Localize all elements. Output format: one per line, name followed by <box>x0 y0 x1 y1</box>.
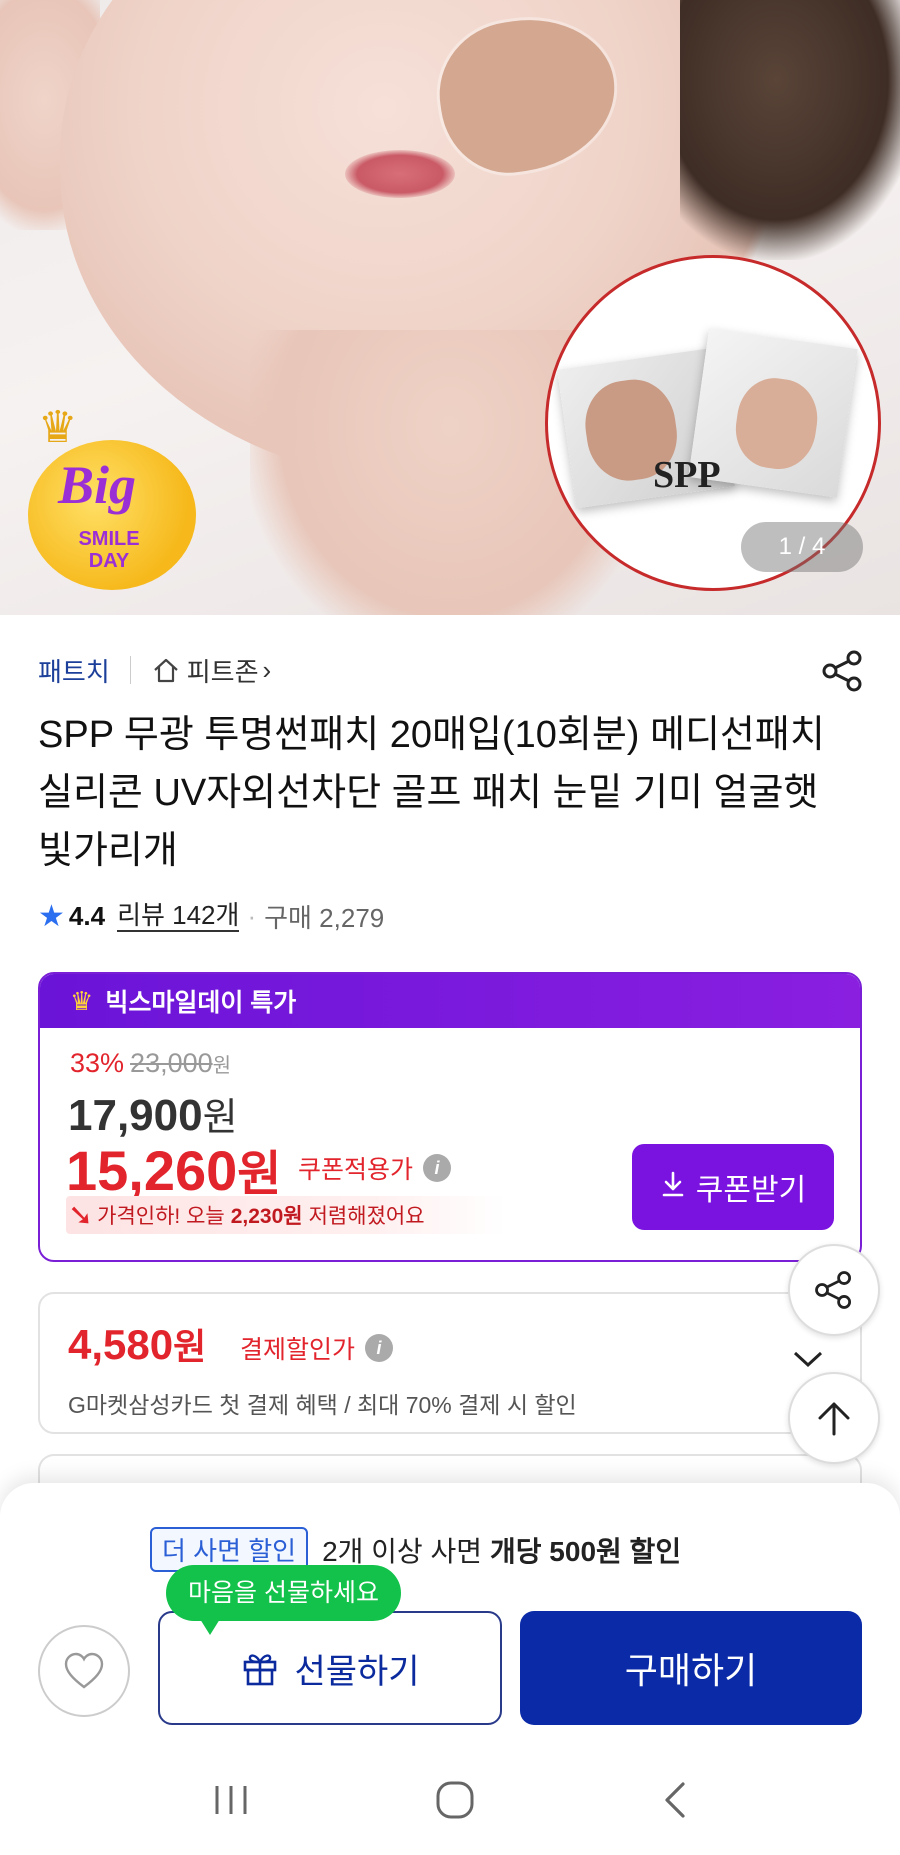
category-link[interactable]: 패트치 <box>38 652 110 689</box>
recent-apps-button[interactable] <box>211 1782 251 1823</box>
chevron-right-icon: › <box>262 654 272 685</box>
price-drop-prefix: 가격인하! 오늘 <box>97 1205 225 1228</box>
reviews-link[interactable]: 리뷰 142개 <box>117 900 240 932</box>
info-icon[interactable]: i <box>423 1154 452 1182</box>
badge-line1: SMILE <box>78 528 140 550</box>
down-arrow-icon: ➘ <box>68 1198 94 1232</box>
crown-icon: ♛ <box>70 985 94 1016</box>
scroll-top-button[interactable] <box>788 1372 880 1464</box>
card-discount-value: 4,580 <box>68 1321 174 1368</box>
price-drop-suffix: 저렴해졌어요 <box>308 1205 425 1228</box>
gift-icon <box>244 1654 277 1686</box>
discount-percent: 33% <box>70 1048 125 1078</box>
coupon-price-unit: 원 <box>237 1148 282 1201</box>
share-button[interactable] <box>818 646 868 696</box>
model-hair <box>680 0 900 260</box>
separator-dot: · <box>247 900 257 931</box>
card-discount-description: G마켓삼성카드 첫 결제 혜택 / 최대 70% 결제 시 할인 <box>68 1392 577 1418</box>
breadcrumb: 패트치 피트존 › <box>38 652 271 688</box>
divider <box>129 656 131 684</box>
share-icon <box>822 650 862 692</box>
discount-row: 33% 23,000원 <box>70 1048 231 1079</box>
product-image-carousel[interactable]: SPP ♛ Big SMILE DAY 1 / 4 <box>0 0 900 615</box>
promo-text: 2개 이상 사면 <box>322 1535 482 1567</box>
system-navigation-bar <box>0 1750 900 1855</box>
sale-price: 17,900원 <box>68 1086 238 1141</box>
coupon-label-text: 쿠폰적용가 <box>298 1156 414 1184</box>
store-link[interactable]: 피트존 <box>187 652 259 689</box>
card-discount-label: 결제할인가 i <box>240 1330 394 1366</box>
deal-header: ♛ 빅스마일데이 특가 <box>40 974 860 1028</box>
product-title: SPP 무광 투명썬패치 20매입(10회분) 메디선패치 실리콘 UV자외선차… <box>38 714 825 872</box>
recent-apps-icon <box>215 1786 247 1814</box>
rating-row: ★ 4.4 리뷰 142개 · 구매 2,279 <box>38 896 384 936</box>
coupon-price-value: 15,260 <box>66 1139 238 1202</box>
arrow-up-icon <box>818 1402 850 1436</box>
get-coupon-label: 쿠폰받기 <box>695 1174 807 1207</box>
crown-icon: ♛ <box>38 403 78 452</box>
floating-share-button[interactable] <box>788 1244 880 1336</box>
home-button[interactable] <box>434 1779 476 1826</box>
store-home-icon <box>151 655 181 685</box>
gift-button-label: 선물하기 <box>294 1652 420 1691</box>
model-lips <box>345 150 455 198</box>
wishlist-button[interactable] <box>38 1625 130 1717</box>
badge-line2: DAY <box>88 550 130 572</box>
back-button[interactable] <box>659 1780 689 1825</box>
buy-button[interactable]: 구매하기 <box>520 1611 862 1725</box>
card-discount-label-text: 결제할인가 <box>240 1336 356 1364</box>
badge-big-text: Big <box>58 455 137 515</box>
chevron-down-icon[interactable] <box>792 1344 824 1376</box>
coupon-price-label: 쿠폰적용가 i <box>298 1150 452 1186</box>
big-smile-day-badge: ♛ Big SMILE DAY <box>28 403 196 590</box>
coupon-price: 15,260원 <box>66 1134 281 1204</box>
back-icon <box>665 1782 685 1818</box>
rating-score: 4.4 <box>68 900 106 931</box>
heart-icon <box>64 1652 104 1689</box>
card-discount-price: 4,580원 <box>68 1318 206 1370</box>
deal-header-label: 빅스마일데이 특가 <box>105 989 297 1017</box>
image-pager: 1 / 4 <box>741 522 863 572</box>
sale-price-unit: 원 <box>202 1097 238 1139</box>
star-icon: ★ <box>38 899 65 933</box>
sale-price-value: 17,900 <box>68 1091 203 1140</box>
get-coupon-button[interactable]: 쿠폰받기 <box>632 1144 834 1230</box>
inset-brand-text: SPP <box>653 454 721 496</box>
price-drop-banner: ➘ 가격인하! 오늘 2,230원 저렴해졌어요 <box>66 1196 506 1234</box>
home-icon <box>436 1781 474 1819</box>
gift-tooltip: 마음을 선물하세요 <box>166 1565 401 1635</box>
sales-count: 구매 2,279 <box>264 902 385 933</box>
original-price: 23,000 <box>130 1048 213 1078</box>
card-discount-box[interactable]: 4,580원 결제할인가 i G마켓삼성카드 첫 결제 혜택 / 최대 70% … <box>38 1292 862 1434</box>
deal-box: ♛ 빅스마일데이 특가 33% 23,000원 17,900원 15,260원 쿠… <box>38 972 862 1262</box>
info-icon[interactable]: i <box>365 1334 394 1362</box>
badge-smile-day-text: SMILE DAY <box>54 528 164 572</box>
download-icon <box>660 1170 686 1205</box>
share-icon <box>815 1271 852 1309</box>
promo-bold-text: 개당 500원 할인 <box>490 1535 682 1567</box>
card-discount-unit: 원 <box>173 1326 207 1367</box>
original-price-unit: 원 <box>212 1055 232 1077</box>
price-drop-amount: 2,230원 <box>230 1205 303 1228</box>
